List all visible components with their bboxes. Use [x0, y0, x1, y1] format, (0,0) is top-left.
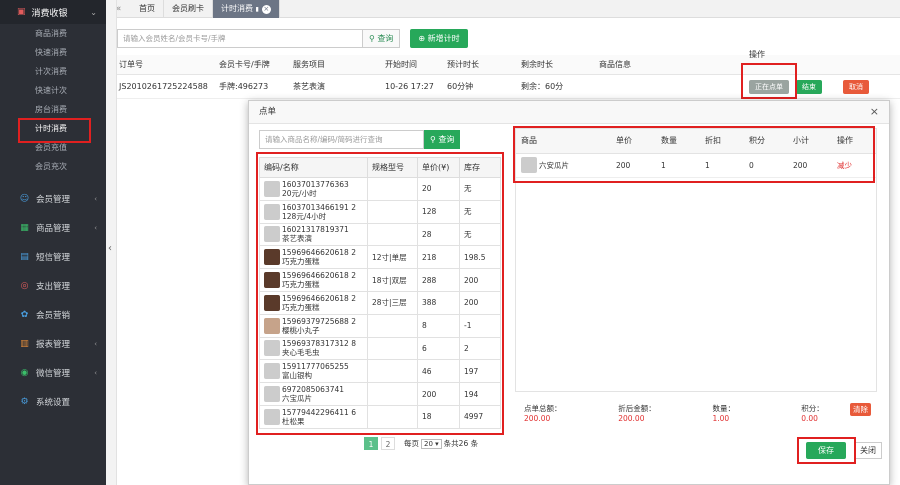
summary-label: 折后金额： — [618, 404, 656, 413]
column-header: 预计时长 — [447, 60, 479, 69]
order-summary: 点单总额：200.00 折后金额：200.00 数量：1.00 积分：0.00 — [524, 403, 874, 423]
tab-bar: « 首页 会员刷卡 计时消费 ▮ × — [106, 0, 900, 18]
remaining-time: 剩余：60分 — [521, 82, 564, 91]
highlight-box — [18, 118, 91, 143]
tab-label: 计时消费 — [221, 3, 253, 13]
column-header: 订单号 — [119, 60, 143, 69]
gift-icon: ✿ — [20, 309, 29, 320]
money-icon: ◎ — [20, 280, 29, 291]
button-label: 查询 — [377, 34, 394, 43]
page-2-button[interactable]: 2 — [381, 437, 395, 450]
column-header: 商品信息 — [599, 60, 631, 69]
member-search-button[interactable]: ⚲ 查询 — [363, 29, 401, 48]
highlight-box — [797, 437, 856, 464]
highlight-box — [256, 152, 504, 435]
sidebar-item-label: 会员管理 — [36, 194, 71, 205]
per-page-select[interactable]: 20 ▾ — [421, 438, 442, 449]
chevron-down-icon: ⌄ — [90, 7, 97, 17]
summary-label: 数量： — [712, 404, 735, 413]
add-timer-button[interactable]: ⊕ 新增计时 — [410, 29, 468, 48]
sidebar-item-label: 微信管理 — [36, 368, 71, 379]
total-quantity: 1.00 — [712, 414, 730, 423]
clear-button[interactable]: 清除 — [850, 403, 871, 416]
card-number: 手牌:496273 — [219, 82, 269, 91]
summary-label: 点单总额： — [524, 404, 562, 413]
highlight-box — [513, 126, 875, 183]
sidebar-item-expense[interactable]: ◎ 支出管理 — [0, 271, 106, 300]
wechat-icon: ◉ — [20, 367, 29, 378]
sidebar-item-members[interactable]: ☺ 会员管理 ‹ — [0, 184, 106, 213]
pagination: 1 2 每页 20 ▾ 条共26 条 — [364, 437, 478, 450]
total-count: 条共26 条 — [443, 439, 479, 448]
cashier-icon: ▣ — [17, 7, 26, 17]
sidebar-item-label: 系统设置 — [36, 397, 71, 408]
summary-label: 积分： — [801, 404, 824, 413]
sidebar-item-label: 报表管理 — [36, 339, 71, 350]
gear-icon: ⚙ — [20, 396, 29, 407]
sidebar-sub-item[interactable]: 快速消费 — [0, 43, 106, 62]
duration: 60分钟 — [447, 82, 474, 91]
button-label: 查询 — [438, 135, 455, 144]
sidebar-item-label: 短信管理 — [36, 252, 71, 263]
cancel-button[interactable]: 取消 — [843, 79, 869, 94]
member-search-input[interactable]: 请输入会员姓名/会员卡号/手牌 — [117, 29, 363, 48]
end-button[interactable]: 结束 — [796, 79, 822, 94]
button-label: 新增计时 — [427, 34, 460, 43]
tab-timed-consumption[interactable]: 计时消费 ▮ × — [213, 0, 280, 18]
close-button[interactable]: 关闭 — [854, 442, 882, 459]
sidebar-item-sms[interactable]: ▤ 短信管理 — [0, 242, 106, 271]
close-icon[interactable]: × — [870, 105, 879, 118]
tab-member-card[interactable]: 会员刷卡 — [164, 0, 213, 18]
sidebar-item-label: 支出管理 — [36, 281, 71, 292]
highlight-box — [741, 63, 797, 99]
sidebar-sub-item[interactable]: 计次消费 — [0, 62, 106, 81]
sidebar-sub-item[interactable]: 房台消费 — [0, 100, 106, 119]
sidebar-item-label: 商品管理 — [36, 223, 71, 234]
sidebar-item-label: 会员营销 — [36, 310, 71, 321]
users-icon: ☺ — [19, 193, 30, 204]
sidebar-group-label: 消费收银 — [31, 8, 68, 19]
tab-pin-icon: ▮ — [255, 5, 259, 13]
per-page-value: 20 — [424, 439, 433, 448]
sidebar-item-wechat[interactable]: ◉ 微信管理 ‹ — [0, 358, 106, 387]
total-points: 0.00 — [801, 414, 818, 423]
modal-title: 点单 — [249, 101, 889, 124]
box-icon: ▦ — [20, 222, 29, 233]
order-number: JS2010261725224588 — [119, 82, 208, 91]
chevron-left-icon: ‹ — [94, 339, 97, 348]
total-amount: 200.00 — [524, 414, 551, 423]
close-icon[interactable]: × — [261, 4, 271, 14]
sidebar-item-reports[interactable]: ▥ 报表管理 ‹ — [0, 329, 106, 358]
start-time: 10-26 17:27 — [385, 82, 434, 91]
column-header: 开始时间 — [385, 60, 417, 69]
chevron-left-icon: ‹ — [94, 368, 97, 377]
per-page-label: 每页 — [404, 439, 419, 448]
sidebar-group-cashier[interactable]: ▣ 消费收银 ⌄ — [0, 0, 106, 24]
product-search-button[interactable]: ⚲ 查询 — [424, 130, 461, 149]
page-1-button[interactable]: 1 — [364, 437, 378, 450]
order-modal: 点单 × 请输入商品名称/编码/简码进行查询 ⚲ 查询 编码/名称 规格型号 单… — [248, 100, 890, 485]
sidebar-sub-item[interactable]: 快速计次 — [0, 81, 106, 100]
chevron-left-icon: ‹ — [94, 194, 97, 203]
sidebar-item-marketing[interactable]: ✿ 会员营销 — [0, 300, 106, 329]
discounted-amount: 200.00 — [618, 414, 645, 423]
product-search-input[interactable]: 请输入商品名称/编码/简码进行查询 — [259, 130, 424, 149]
column-header: 操作 — [749, 50, 765, 59]
plus-icon: ⊕ — [418, 34, 428, 43]
tab-home[interactable]: 首页 — [131, 0, 164, 18]
sidebar-sub-item[interactable]: 会员充次 — [0, 157, 106, 176]
sidebar: ▣ 消费收银 ⌄ 商品消费 快速消费 计次消费 快速计次 房台消费 计时消费 会员充… — [0, 0, 106, 485]
chevron-left-icon: ‹ — [108, 243, 112, 254]
sidebar-item-settings[interactable]: ⚙ 系统设置 — [0, 387, 106, 416]
sms-icon: ▤ — [20, 251, 29, 262]
sidebar-item-products[interactable]: ▦ 商品管理 ‹ — [0, 213, 106, 242]
chevron-left-icon: ‹ — [94, 223, 97, 232]
column-header: 服务项目 — [293, 60, 325, 69]
sidebar-toggle[interactable]: ‹ — [106, 0, 117, 485]
service-item: 茶艺表演 — [293, 82, 325, 91]
column-header: 会员卡号/手牌 — [219, 60, 270, 69]
column-header: 剩余时长 — [521, 60, 553, 69]
report-icon: ▥ — [20, 338, 29, 349]
sidebar-sub-item[interactable]: 商品消费 — [0, 24, 106, 43]
